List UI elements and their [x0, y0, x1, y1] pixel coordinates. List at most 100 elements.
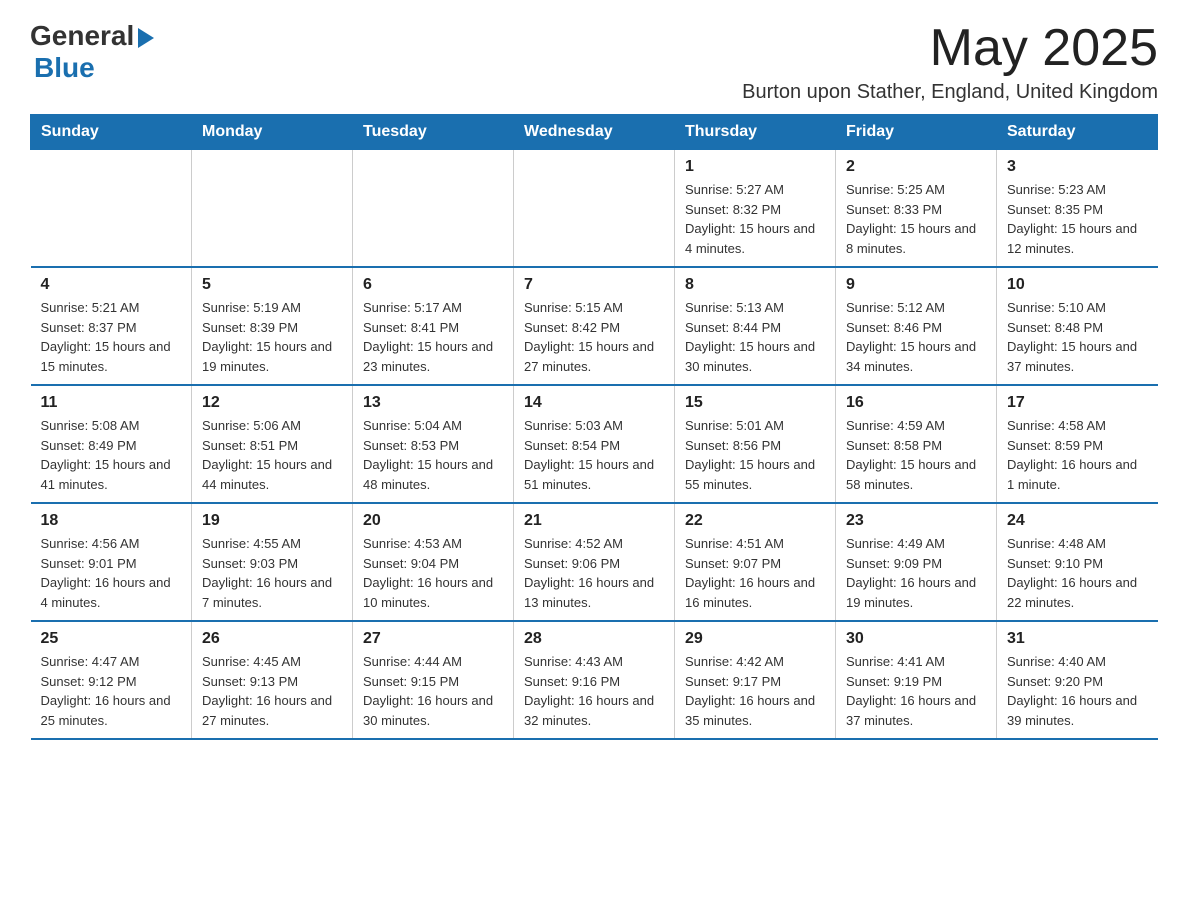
calendar-cell	[192, 150, 353, 268]
day-info: Sunrise: 5:01 AMSunset: 8:56 PMDaylight:…	[685, 416, 825, 494]
day-info: Sunrise: 4:44 AMSunset: 9:15 PMDaylight:…	[363, 652, 503, 730]
day-info: Sunrise: 5:03 AMSunset: 8:54 PMDaylight:…	[524, 416, 664, 494]
calendar-cell: 14Sunrise: 5:03 AMSunset: 8:54 PMDayligh…	[514, 385, 675, 503]
day-number: 7	[524, 276, 664, 294]
calendar-cell: 25Sunrise: 4:47 AMSunset: 9:12 PMDayligh…	[31, 621, 192, 739]
day-number: 21	[524, 512, 664, 530]
calendar-cell: 18 Sunrise: 4:56 AMSunset: 9:01 PMDayligh…	[31, 503, 192, 621]
day-number: 3	[1007, 158, 1148, 176]
day-number: 26	[202, 630, 342, 648]
calendar-cell: 4Sunrise: 5:21 AMSunset: 8:37 PMDaylight…	[31, 267, 192, 385]
day-number: 22	[685, 512, 825, 530]
calendar-cell	[353, 150, 514, 268]
calendar-cell: 2 Sunrise: 5:25 AMSunset: 8:33 PMDaylight…	[836, 150, 997, 268]
calendar-cell: 17 Sunrise: 4:58 AMSunset: 8:59 PMDayligh…	[997, 385, 1158, 503]
day-number: 11	[41, 394, 182, 412]
header-friday: Friday	[836, 115, 997, 150]
day-info: Sunrise: 4:52 AMSunset: 9:06 PMDaylight:…	[524, 534, 664, 612]
day-number: 30	[846, 630, 986, 648]
calendar-cell: 29 Sunrise: 4:42 AMSunset: 9:17 PMDayligh…	[675, 621, 836, 739]
day-info: Sunrise: 4:59 AMSunset: 8:58 PMDaylight:…	[846, 416, 986, 494]
day-info: Sunrise: 4:40 AMSunset: 9:20 PMDaylight:…	[1007, 652, 1148, 730]
logo-blue-text: Blue	[34, 52, 95, 84]
day-number: 12	[202, 394, 342, 412]
day-info: Sunrise: 4:58 AMSunset: 8:59 PMDaylight:…	[1007, 416, 1148, 494]
day-info: Sunrise: 5:08 AMSunset: 8:49 PMDaylight:…	[41, 416, 182, 494]
day-info: Sunrise: 5:04 AMSunset: 8:53 PMDaylight:…	[363, 416, 503, 494]
calendar-week-row: 11 Sunrise: 5:08 AMSunset: 8:49 PMDayligh…	[31, 385, 1158, 503]
calendar-cell: 31 Sunrise: 4:40 AMSunset: 9:20 PMDayligh…	[997, 621, 1158, 739]
day-number: 27	[363, 630, 503, 648]
day-info: Sunrise: 5:12 AMSunset: 8:46 PMDaylight:…	[846, 298, 986, 376]
calendar-cell: 1Sunrise: 5:27 AMSunset: 8:32 PMDaylight…	[675, 150, 836, 268]
header-monday: Monday	[192, 115, 353, 150]
day-number: 17	[1007, 394, 1148, 412]
header-tuesday: Tuesday	[353, 115, 514, 150]
day-number: 29	[685, 630, 825, 648]
calendar-cell: 27 Sunrise: 4:44 AMSunset: 9:15 PMDayligh…	[353, 621, 514, 739]
day-info: Sunrise: 4:56 AMSunset: 9:01 PMDaylight:…	[41, 534, 182, 612]
header-sunday: Sunday	[31, 115, 192, 150]
day-number: 9	[846, 276, 986, 294]
day-number: 4	[41, 276, 182, 294]
day-info: Sunrise: 5:19 AMSunset: 8:39 PMDaylight:…	[202, 298, 342, 376]
logo-general-text: General	[30, 20, 134, 52]
calendar-cell: 8 Sunrise: 5:13 AMSunset: 8:44 PMDaylight…	[675, 267, 836, 385]
day-info: Sunrise: 4:51 AMSunset: 9:07 PMDaylight:…	[685, 534, 825, 612]
header-wednesday: Wednesday	[514, 115, 675, 150]
calendar-table: Sunday Monday Tuesday Wednesday Thursday…	[30, 114, 1158, 740]
calendar-cell: 9 Sunrise: 5:12 AMSunset: 8:46 PMDaylight…	[836, 267, 997, 385]
day-number: 1	[685, 158, 825, 176]
day-info: Sunrise: 4:48 AMSunset: 9:10 PMDaylight:…	[1007, 534, 1148, 612]
day-info: Sunrise: 4:53 AMSunset: 9:04 PMDaylight:…	[363, 534, 503, 612]
calendar-cell: 21 Sunrise: 4:52 AMSunset: 9:06 PMDayligh…	[514, 503, 675, 621]
day-info: Sunrise: 5:10 AMSunset: 8:48 PMDaylight:…	[1007, 298, 1148, 376]
day-info: Sunrise: 5:13 AMSunset: 8:44 PMDaylight:…	[685, 298, 825, 376]
calendar-cell: 20Sunrise: 4:53 AMSunset: 9:04 PMDayligh…	[353, 503, 514, 621]
day-number: 15	[685, 394, 825, 412]
day-info: Sunrise: 5:06 AMSunset: 8:51 PMDaylight:…	[202, 416, 342, 494]
page-header: General Blue May 2025 Burton upon Stathe…	[30, 20, 1158, 104]
calendar-cell: 15 Sunrise: 5:01 AMSunset: 8:56 PMDayligh…	[675, 385, 836, 503]
day-info: Sunrise: 5:23 AMSunset: 8:35 PMDaylight:…	[1007, 180, 1148, 258]
day-number: 2	[846, 158, 986, 176]
page-title: May 2025	[742, 20, 1158, 77]
day-number: 5	[202, 276, 342, 294]
day-info: Sunrise: 4:42 AMSunset: 9:17 PMDaylight:…	[685, 652, 825, 730]
calendar-cell: 10 Sunrise: 5:10 AMSunset: 8:48 PMDayligh…	[997, 267, 1158, 385]
calendar-cell: 22 Sunrise: 4:51 AMSunset: 9:07 PMDayligh…	[675, 503, 836, 621]
calendar-header-row: Sunday Monday Tuesday Wednesday Thursday…	[31, 115, 1158, 150]
page-subtitle: Burton upon Stather, England, United Kin…	[742, 81, 1158, 104]
day-number: 24	[1007, 512, 1148, 530]
day-number: 10	[1007, 276, 1148, 294]
title-section: May 2025 Burton upon Stather, England, U…	[742, 20, 1158, 104]
calendar-cell: 3 Sunrise: 5:23 AMSunset: 8:35 PMDaylight…	[997, 150, 1158, 268]
header-thursday: Thursday	[675, 115, 836, 150]
day-number: 25	[41, 630, 182, 648]
day-info: Sunrise: 4:41 AMSunset: 9:19 PMDaylight:…	[846, 652, 986, 730]
calendar-cell: 30 Sunrise: 4:41 AMSunset: 9:19 PMDayligh…	[836, 621, 997, 739]
day-number: 8	[685, 276, 825, 294]
calendar-cell: 7 Sunrise: 5:15 AMSunset: 8:42 PMDaylight…	[514, 267, 675, 385]
calendar-week-row: 25Sunrise: 4:47 AMSunset: 9:12 PMDayligh…	[31, 621, 1158, 739]
logo: General Blue	[30, 20, 154, 84]
logo-arrow-icon	[138, 28, 154, 48]
day-info: Sunrise: 5:17 AMSunset: 8:41 PMDaylight:…	[363, 298, 503, 376]
day-info: Sunrise: 5:15 AMSunset: 8:42 PMDaylight:…	[524, 298, 664, 376]
day-number: 18	[41, 512, 182, 530]
calendar-cell: 19Sunrise: 4:55 AMSunset: 9:03 PMDayligh…	[192, 503, 353, 621]
day-number: 16	[846, 394, 986, 412]
day-info: Sunrise: 5:25 AMSunset: 8:33 PMDaylight:…	[846, 180, 986, 258]
calendar-cell: 23Sunrise: 4:49 AMSunset: 9:09 PMDayligh…	[836, 503, 997, 621]
day-number: 28	[524, 630, 664, 648]
day-info: Sunrise: 4:43 AMSunset: 9:16 PMDaylight:…	[524, 652, 664, 730]
calendar-cell: 13Sunrise: 5:04 AMSunset: 8:53 PMDayligh…	[353, 385, 514, 503]
calendar-cell: 6Sunrise: 5:17 AMSunset: 8:41 PMDaylight…	[353, 267, 514, 385]
day-number: 23	[846, 512, 986, 530]
calendar-cell	[514, 150, 675, 268]
calendar-cell	[31, 150, 192, 268]
calendar-cell: 5 Sunrise: 5:19 AMSunset: 8:39 PMDaylight…	[192, 267, 353, 385]
day-number: 31	[1007, 630, 1148, 648]
day-info: Sunrise: 4:45 AMSunset: 9:13 PMDaylight:…	[202, 652, 342, 730]
calendar-week-row: 18 Sunrise: 4:56 AMSunset: 9:01 PMDayligh…	[31, 503, 1158, 621]
